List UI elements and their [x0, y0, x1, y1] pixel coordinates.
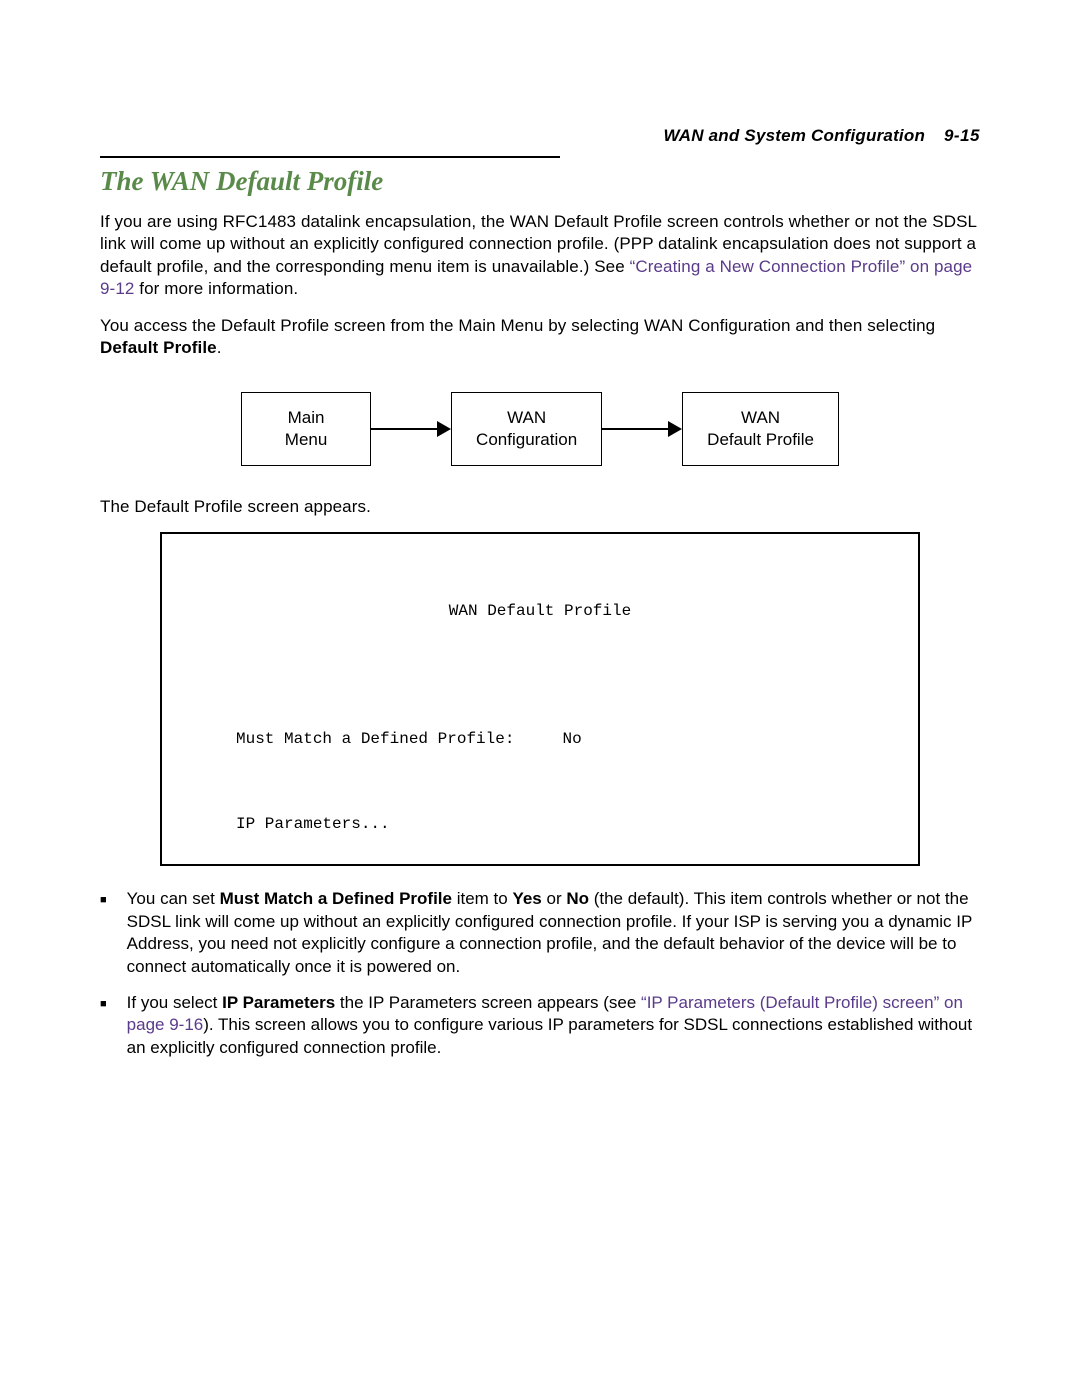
text: You can set [127, 889, 220, 908]
list-item: If you select IP Parameters the IP Param… [100, 992, 980, 1059]
flow-box-main-menu: Main Menu [241, 392, 371, 466]
chapter-title: WAN and System Configuration [663, 126, 925, 145]
bold-text: Must Match a Defined Profile [220, 889, 452, 908]
page: WAN and System Configuration 9-15 The WA… [0, 0, 1080, 1397]
bold-text: IP Parameters [222, 993, 335, 1012]
field-value: No [562, 730, 581, 748]
terminal-line: Must Match a Defined Profile: No [236, 729, 906, 751]
text: . [217, 338, 222, 357]
header-rule [100, 156, 560, 158]
text: the IP Parameters screen appears (see [335, 993, 641, 1012]
text: If you select [127, 993, 222, 1012]
flow-box-wan-default-profile: WAN Default Profile [682, 392, 839, 466]
paragraph-3: The Default Profile screen appears. [100, 496, 980, 518]
paragraph-1: If you are using RFC1483 datalink encaps… [100, 211, 980, 301]
bold-text: Default Profile [100, 338, 217, 357]
text: Menu [266, 429, 346, 451]
text: Configuration [476, 429, 577, 451]
nav-flowchart: Main Menu WAN Configuration WAN Default … [100, 392, 980, 466]
flow-box-wan-config: WAN Configuration [451, 392, 602, 466]
running-header: WAN and System Configuration 9-15 [100, 126, 980, 146]
arrow-icon [602, 428, 682, 429]
list-item: You can set Must Match a Defined Profile… [100, 888, 980, 978]
terminal-title: WAN Default Profile [174, 601, 906, 623]
bold-text: No [566, 889, 589, 908]
text: WAN [707, 407, 814, 429]
bold-text: Yes [512, 889, 541, 908]
paragraph-2: You access the Default Profile screen fr… [100, 315, 980, 360]
text: item to [452, 889, 512, 908]
terminal-line: IP Parameters... [236, 814, 906, 836]
arrow-icon [371, 428, 451, 429]
terminal-screenshot: WAN Default Profile Must Match a Defined… [160, 532, 920, 866]
text: for more information. [134, 279, 298, 298]
text: Default Profile [707, 429, 814, 451]
text: Main [266, 407, 346, 429]
text: You access the Default Profile screen fr… [100, 316, 935, 335]
page-number: 9-15 [944, 126, 980, 145]
text: ). This screen allows you to configure v… [127, 1015, 972, 1056]
text: or [542, 889, 567, 908]
field-label: Must Match a Defined Profile: [236, 730, 514, 748]
text: WAN [476, 407, 577, 429]
section-title: The WAN Default Profile [100, 166, 980, 197]
bullet-list: You can set Must Match a Defined Profile… [100, 888, 980, 1059]
